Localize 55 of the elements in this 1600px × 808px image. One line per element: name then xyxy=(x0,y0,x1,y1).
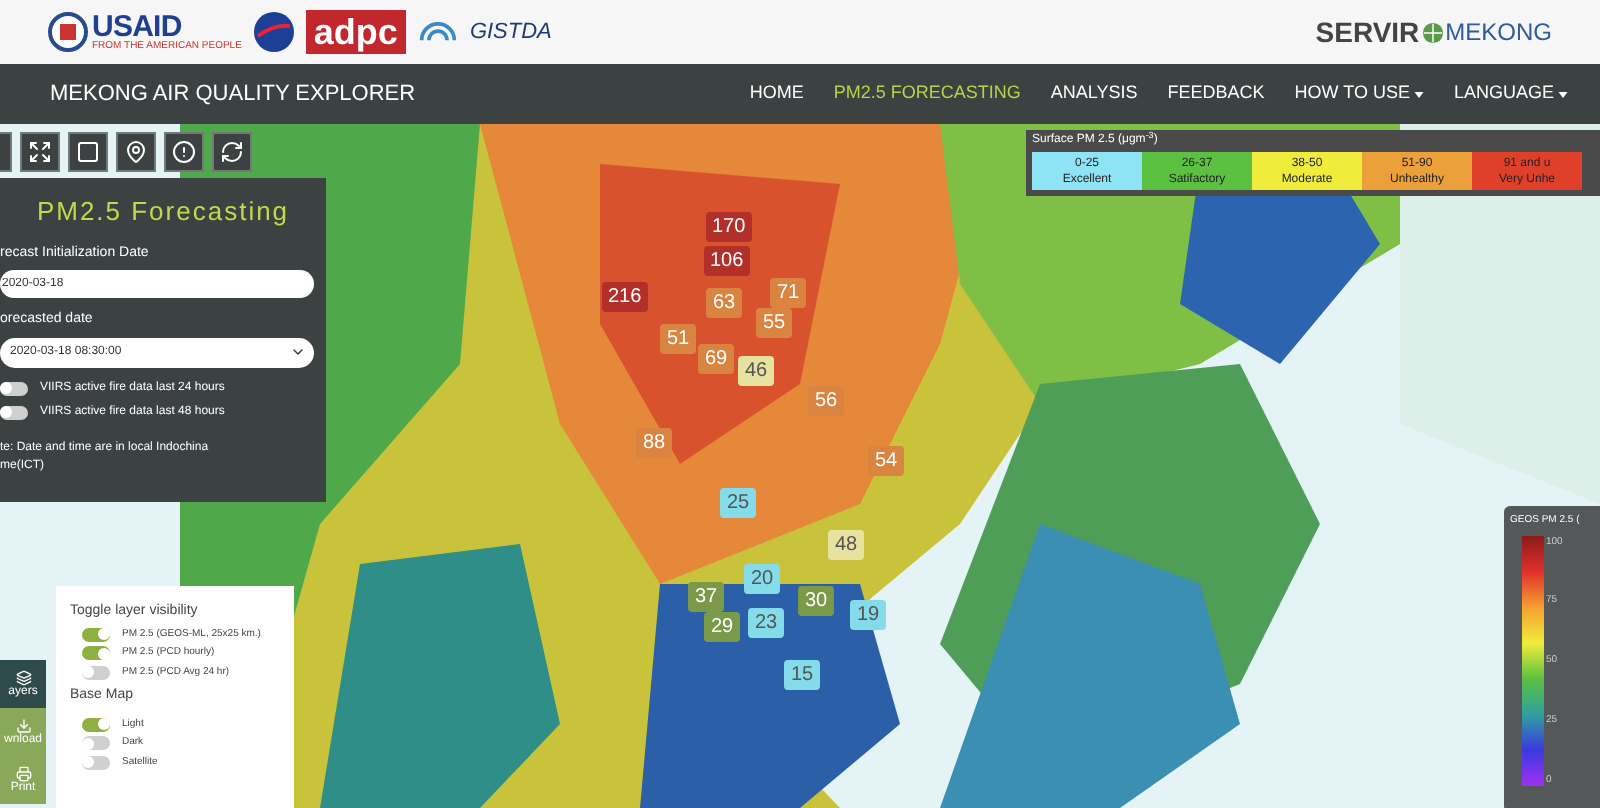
nav-link[interactable]: ANALYSIS xyxy=(1050,80,1138,108)
nasa-logo-icon xyxy=(253,12,294,52)
pm25-marker[interactable]: 63 xyxy=(706,288,742,318)
pm25-marker[interactable]: 56 xyxy=(808,386,844,416)
pm25-marker[interactable]: 23 xyxy=(748,608,784,638)
square-icon xyxy=(76,140,100,164)
pm25-marker[interactable]: 19 xyxy=(850,600,886,630)
pm25-marker[interactable]: 71 xyxy=(770,278,806,308)
toggle-switch[interactable] xyxy=(0,405,28,419)
app-title: MEKONG AIR QUALITY EXPLORER xyxy=(50,79,416,110)
toggle-switch[interactable] xyxy=(82,665,110,680)
logo-text: USAID xyxy=(92,12,182,42)
pm25-marker[interactable]: 106 xyxy=(704,246,750,276)
toggle-switch[interactable] xyxy=(82,717,110,732)
globe-icon xyxy=(1421,21,1444,43)
nav-link[interactable]: PM2.5 FORECASTING xyxy=(833,80,1021,108)
refresh-icon xyxy=(220,140,244,164)
pm25-marker[interactable]: 15 xyxy=(784,660,820,690)
pm25-marker[interactable]: 25 xyxy=(720,488,756,518)
toggle-switch[interactable] xyxy=(82,646,110,661)
pm25-marker[interactable]: 37 xyxy=(688,582,724,612)
toggle-switch[interactable] xyxy=(82,736,110,751)
toggle-switch[interactable] xyxy=(82,755,110,770)
pm25-marker[interactable]: 20 xyxy=(744,564,780,594)
nav-link[interactable]: HOME xyxy=(749,80,804,108)
pm25-marker[interactable]: 55 xyxy=(756,308,792,338)
pm25-marker[interactable]: 170 xyxy=(706,212,752,242)
brand-text: MEKONG xyxy=(1445,16,1552,50)
download-icon xyxy=(15,717,31,733)
map-pin-icon xyxy=(124,140,148,164)
arch-logo-icon xyxy=(417,22,458,42)
pm25-marker[interactable]: 51 xyxy=(660,324,696,354)
brand-text: SERVIR xyxy=(1315,13,1420,51)
pm25-marker[interactable]: 216 xyxy=(602,282,648,312)
panel-title: PM2.5 Forecasting xyxy=(34,194,292,230)
pm25-marker[interactable]: 30 xyxy=(798,586,834,616)
logo-text: GISTDA xyxy=(469,17,552,48)
pm25-marker[interactable]: 88 xyxy=(636,428,672,458)
layers-icon xyxy=(15,669,31,685)
pm25-marker[interactable]: 48 xyxy=(828,530,864,560)
expand-icon xyxy=(28,140,52,164)
pm25-marker[interactable]: 46 xyxy=(738,356,774,386)
pm25-marker[interactable]: 54 xyxy=(868,446,904,476)
toggle-switch[interactable] xyxy=(0,381,28,395)
printer-icon xyxy=(15,765,31,781)
alert-icon xyxy=(172,140,196,164)
seal-icon xyxy=(48,12,88,52)
logo-text: adpc xyxy=(305,10,406,54)
nav-link[interactable]: FEEDBACK xyxy=(1167,80,1265,108)
nav-link[interactable]: HOW TO USE xyxy=(1294,80,1424,108)
chevron-icon xyxy=(290,344,306,360)
toggle-switch[interactable] xyxy=(82,627,110,642)
pm25-marker[interactable]: 29 xyxy=(704,612,740,642)
nav-link[interactable]: LANGUAGE xyxy=(1453,80,1568,108)
pm25-marker[interactable]: 69 xyxy=(698,344,734,374)
